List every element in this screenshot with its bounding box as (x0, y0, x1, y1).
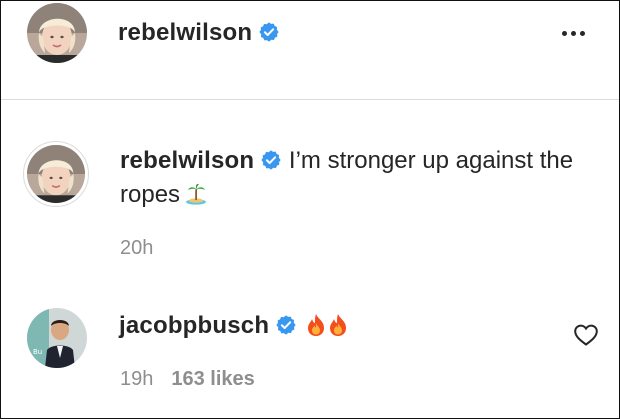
comment: jacobpbusch (119, 309, 349, 343)
more-options-button[interactable] (557, 21, 589, 45)
verified-badge-icon (275, 314, 297, 336)
header-divider (1, 99, 619, 100)
profile-photo-icon (27, 3, 87, 63)
like-comment-button[interactable] (573, 323, 599, 347)
header-avatar[interactable] (27, 3, 87, 63)
fire-emoji-icon (305, 313, 327, 337)
profile-photo-icon (27, 145, 85, 203)
dot (570, 30, 576, 36)
desert-island-emoji-icon (184, 182, 208, 206)
caption-avatar[interactable] (23, 141, 89, 207)
caption-timestamp[interactable]: 20h (120, 237, 153, 260)
dot (561, 30, 567, 36)
header-username[interactable]: rebelwilson (118, 19, 252, 46)
fire-emoji-icon (327, 313, 349, 337)
comment-meta: 19h 163 likes (120, 368, 255, 391)
header-user: rebelwilson (118, 17, 280, 52)
comment-likes[interactable]: 163 likes (171, 368, 254, 390)
comment-emojis (305, 312, 349, 339)
svg-text:Bu: Bu (33, 348, 42, 356)
caption-username[interactable]: rebelwilson (120, 147, 254, 174)
heart-icon (574, 324, 598, 346)
caption: rebelwilson I’m stronger up against the … (120, 144, 590, 212)
verified-badge-icon (260, 149, 282, 171)
profile-photo-icon: Bu (27, 308, 87, 368)
comment-timestamp[interactable]: 19h (120, 368, 153, 390)
comment-username[interactable]: jacobpbusch (119, 312, 269, 339)
verified-badge-icon (258, 21, 280, 43)
instagram-post-panel: rebelwilson rebelwilson I’m stronger up … (0, 0, 620, 419)
dot (579, 30, 585, 36)
comment-avatar[interactable]: Bu (27, 308, 87, 368)
